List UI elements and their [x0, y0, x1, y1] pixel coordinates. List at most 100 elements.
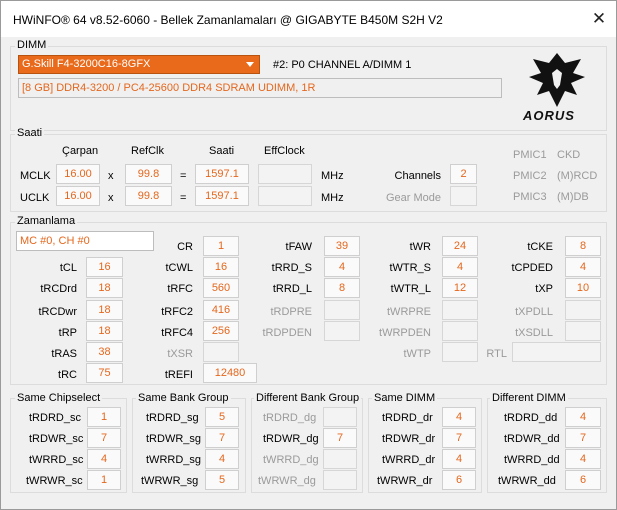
twrpre-label: tWRPRE	[387, 306, 431, 318]
twrpre-value	[442, 300, 478, 320]
twrrd-dr-label: tWRRD_dr	[382, 454, 436, 466]
twrpden-label: tWRPDEN	[379, 327, 431, 339]
trdpre-value	[324, 300, 360, 320]
trrd-s-value: 4	[324, 257, 360, 277]
twrwr-dg-label: tWRWR_dg	[258, 475, 316, 487]
txp-value: 10	[565, 278, 601, 298]
trdrd-sg-label: tRDRD_sg	[146, 412, 199, 424]
twr-value: 24	[442, 236, 478, 256]
cr-label: CR	[177, 241, 193, 253]
uclk-times: x	[108, 192, 114, 204]
trdwr-sg-value: 7	[205, 428, 239, 448]
txsr-value	[203, 342, 239, 362]
trdrd-sc-value: 1	[87, 407, 121, 427]
trfc4-value: 256	[203, 321, 239, 341]
trfc4-label: tRFC4	[161, 327, 193, 339]
trcdwr-label: tRCDwr	[38, 306, 78, 318]
trfc-label: tRFC	[167, 283, 193, 295]
twrrd-dd-value: 4	[565, 449, 601, 469]
twtp-value	[442, 342, 478, 362]
pmic3-value: (M)DB	[557, 191, 589, 203]
trdwr-dr-value: 7	[442, 428, 476, 448]
twrwr-dr-label: tWRWR_dr	[377, 475, 433, 487]
trc-label: tRC	[58, 369, 77, 381]
twrrd-dr-value: 4	[442, 449, 476, 469]
trcdrd-value: 18	[86, 278, 123, 298]
twrwr-sg-value: 5	[205, 470, 239, 490]
twtr-s-value: 4	[442, 257, 478, 277]
tcl-value: 16	[86, 257, 123, 277]
trdwr-dg-value: 7	[323, 428, 357, 448]
memory-timings-window: HWiNFO® 64 v8.52-6060 - Bellek Zamanlama…	[0, 0, 617, 510]
logo-text: AORUS	[523, 108, 575, 123]
mclk-label: MCLK	[20, 170, 51, 182]
uclk-equals: =	[180, 192, 187, 204]
gear-mode-value	[450, 186, 477, 206]
tcpded-label: tCPDED	[511, 262, 553, 274]
same-chipselect-title: Same Chipselect	[15, 392, 103, 404]
trp-label: tRP	[58, 327, 77, 339]
channels-value: 2	[450, 164, 477, 184]
txsr-label: tXSR	[167, 348, 193, 360]
trcdwr-value: 18	[86, 300, 123, 320]
dimm-module-value: G.Skill F4-3200C16-8GFX	[22, 58, 151, 70]
twrwr-dd-label: tWRWR_dd	[498, 475, 556, 487]
pmic2-label: PMIC2	[513, 170, 547, 182]
window-title: HWiNFO® 64 v8.52-6060 - Bellek Zamanlama…	[13, 13, 443, 27]
dimm-description: [8 GB] DDR4-3200 / PC4-25600 DDR4 SDRAM …	[22, 82, 316, 94]
trp-value: 18	[86, 321, 123, 341]
uclk-label: UCLK	[20, 192, 50, 204]
uclk-clock: 1597.1	[195, 186, 249, 206]
title-bar: HWiNFO® 64 v8.52-6060 - Bellek Zamanlama…	[1, 1, 616, 37]
trrd-l-label: tRRD_L	[272, 283, 312, 295]
uclk-unit: MHz	[321, 192, 344, 204]
twrwr-sg-label: tWRWR_sg	[141, 475, 199, 487]
trdrd-dr-label: tRDRD_dr	[382, 412, 433, 424]
chevron-down-icon	[246, 62, 254, 67]
trdwr-dr-label: tRDWR_dr	[382, 433, 436, 445]
trdrd-dr-value: 4	[442, 407, 476, 427]
same-dimm-title: Same DIMM	[372, 392, 438, 404]
gear-mode-label: Gear Mode	[385, 192, 441, 204]
multiplier-header: Çarpan	[62, 145, 99, 157]
twrrd-sc-label: tWRRD_sc	[29, 454, 84, 466]
trdrd-dd-value: 4	[565, 407, 601, 427]
aorus-logo: AORUS	[519, 49, 595, 125]
twrwr-dd-value: 6	[565, 470, 601, 490]
mclk-effclock	[258, 164, 312, 184]
different-bank-group-title: Different Bank Group	[254, 392, 362, 404]
clock-header: Saati	[209, 145, 235, 157]
rtl-value	[512, 342, 601, 362]
mclk-unit: MHz	[321, 170, 344, 182]
uclk-multiplier: 16.00	[56, 186, 100, 206]
twrrd-dd-label: tWRRD_dd	[504, 454, 560, 466]
twrwr-sc-label: tWRWR_sc	[26, 475, 83, 487]
twrwr-dr-value: 6	[442, 470, 476, 490]
twrwr-sc-value: 1	[87, 470, 121, 490]
mclk-refclk: 99.8	[125, 164, 172, 184]
trfc2-label: tRFC2	[161, 306, 193, 318]
txsdll-label: tXSDLL	[515, 327, 553, 339]
uclk-refclk: 99.8	[125, 186, 172, 206]
trdrd-dg-value	[323, 407, 357, 427]
trdrd-sc-label: tRDRD_sc	[29, 412, 81, 424]
trdwr-dd-label: tRDWR_dd	[504, 433, 560, 445]
trrd-l-value: 8	[324, 278, 360, 298]
tcl-label: tCL	[59, 262, 77, 274]
uclk-effclock	[258, 186, 312, 206]
trcdrd-label: tRCDrd	[40, 283, 77, 295]
trdrd-sg-value: 5	[205, 407, 239, 427]
mclk-equals: =	[180, 170, 187, 182]
trefi-value: 12480	[203, 363, 257, 383]
timing-group-label: Zamanlama	[15, 215, 78, 227]
trc-value: 75	[86, 363, 123, 383]
dimm-module-select[interactable]: G.Skill F4-3200C16-8GFX	[18, 55, 260, 74]
tras-label: tRAS	[51, 348, 77, 360]
twtr-s-label: tWTR_S	[389, 262, 431, 274]
trfc2-value: 416	[203, 300, 239, 320]
close-icon[interactable]: ✕	[591, 10, 607, 27]
trrd-s-label: tRRD_S	[271, 262, 312, 274]
twtp-label: tWTP	[403, 348, 432, 360]
trdpre-label: tRDPRE	[270, 306, 312, 318]
twtr-l-label: tWTR_L	[390, 283, 431, 295]
